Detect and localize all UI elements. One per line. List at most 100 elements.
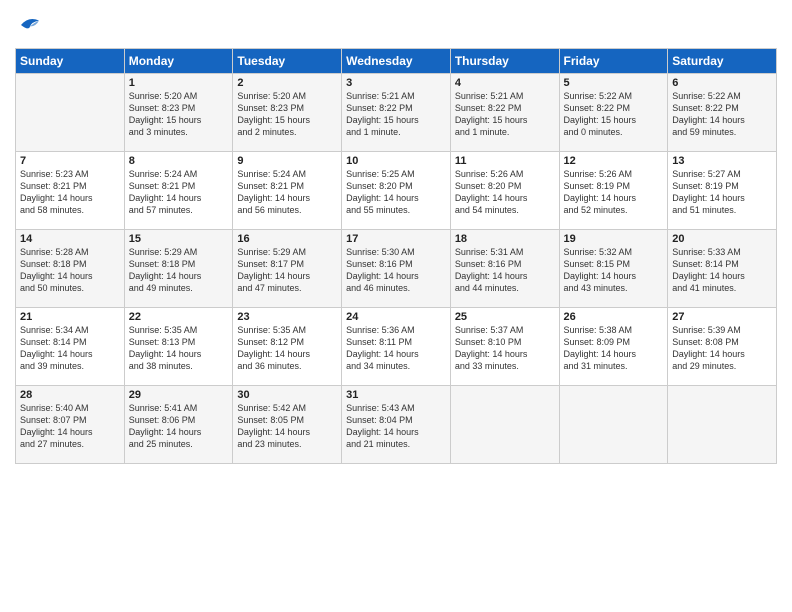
calendar-cell: 15Sunrise: 5:29 AM Sunset: 8:18 PM Dayli… <box>124 230 233 308</box>
day-info: Sunrise: 5:24 AM Sunset: 8:21 PM Dayligh… <box>129 168 229 217</box>
day-info: Sunrise: 5:32 AM Sunset: 8:15 PM Dayligh… <box>564 246 664 295</box>
day-info: Sunrise: 5:20 AM Sunset: 8:23 PM Dayligh… <box>129 90 229 139</box>
day-info: Sunrise: 5:35 AM Sunset: 8:13 PM Dayligh… <box>129 324 229 373</box>
day-info: Sunrise: 5:36 AM Sunset: 8:11 PM Dayligh… <box>346 324 446 373</box>
weekday-header-saturday: Saturday <box>668 49 777 74</box>
day-number: 24 <box>346 311 446 323</box>
day-info: Sunrise: 5:35 AM Sunset: 8:12 PM Dayligh… <box>237 324 337 373</box>
day-number: 25 <box>455 311 555 323</box>
day-number: 8 <box>129 155 229 167</box>
calendar-cell <box>16 74 125 152</box>
day-number: 6 <box>672 77 772 89</box>
calendar-cell <box>668 386 777 464</box>
day-number: 20 <box>672 233 772 245</box>
calendar-cell <box>559 386 668 464</box>
calendar-cell: 30Sunrise: 5:42 AM Sunset: 8:05 PM Dayli… <box>233 386 342 464</box>
day-info: Sunrise: 5:43 AM Sunset: 8:04 PM Dayligh… <box>346 402 446 451</box>
day-info: Sunrise: 5:37 AM Sunset: 8:10 PM Dayligh… <box>455 324 555 373</box>
calendar-cell: 19Sunrise: 5:32 AM Sunset: 8:15 PM Dayli… <box>559 230 668 308</box>
day-info: Sunrise: 5:26 AM Sunset: 8:20 PM Dayligh… <box>455 168 555 217</box>
calendar-table: SundayMondayTuesdayWednesdayThursdayFrid… <box>15 48 777 464</box>
day-info: Sunrise: 5:40 AM Sunset: 8:07 PM Dayligh… <box>20 402 120 451</box>
day-number: 29 <box>129 389 229 401</box>
logo-icon <box>15 10 45 40</box>
weekday-header-tuesday: Tuesday <box>233 49 342 74</box>
day-number: 13 <box>672 155 772 167</box>
calendar-cell: 17Sunrise: 5:30 AM Sunset: 8:16 PM Dayli… <box>342 230 451 308</box>
calendar-cell: 27Sunrise: 5:39 AM Sunset: 8:08 PM Dayli… <box>668 308 777 386</box>
day-info: Sunrise: 5:41 AM Sunset: 8:06 PM Dayligh… <box>129 402 229 451</box>
day-number: 17 <box>346 233 446 245</box>
day-info: Sunrise: 5:21 AM Sunset: 8:22 PM Dayligh… <box>455 90 555 139</box>
day-info: Sunrise: 5:34 AM Sunset: 8:14 PM Dayligh… <box>20 324 120 373</box>
calendar-cell: 6Sunrise: 5:22 AM Sunset: 8:22 PM Daylig… <box>668 74 777 152</box>
calendar-cell: 5Sunrise: 5:22 AM Sunset: 8:22 PM Daylig… <box>559 74 668 152</box>
day-number: 23 <box>237 311 337 323</box>
calendar-cell: 20Sunrise: 5:33 AM Sunset: 8:14 PM Dayli… <box>668 230 777 308</box>
day-number: 3 <box>346 77 446 89</box>
day-number: 2 <box>237 77 337 89</box>
week-row-2: 7Sunrise: 5:23 AM Sunset: 8:21 PM Daylig… <box>16 152 777 230</box>
calendar-cell: 29Sunrise: 5:41 AM Sunset: 8:06 PM Dayli… <box>124 386 233 464</box>
calendar-cell: 28Sunrise: 5:40 AM Sunset: 8:07 PM Dayli… <box>16 386 125 464</box>
calendar-cell: 4Sunrise: 5:21 AM Sunset: 8:22 PM Daylig… <box>450 74 559 152</box>
calendar-cell: 16Sunrise: 5:29 AM Sunset: 8:17 PM Dayli… <box>233 230 342 308</box>
week-row-1: 1Sunrise: 5:20 AM Sunset: 8:23 PM Daylig… <box>16 74 777 152</box>
day-number: 18 <box>455 233 555 245</box>
day-number: 14 <box>20 233 120 245</box>
day-number: 9 <box>237 155 337 167</box>
day-number: 12 <box>564 155 664 167</box>
day-number: 5 <box>564 77 664 89</box>
calendar-cell: 14Sunrise: 5:28 AM Sunset: 8:18 PM Dayli… <box>16 230 125 308</box>
calendar-cell: 24Sunrise: 5:36 AM Sunset: 8:11 PM Dayli… <box>342 308 451 386</box>
calendar-cell: 23Sunrise: 5:35 AM Sunset: 8:12 PM Dayli… <box>233 308 342 386</box>
calendar-cell: 26Sunrise: 5:38 AM Sunset: 8:09 PM Dayli… <box>559 308 668 386</box>
day-info: Sunrise: 5:22 AM Sunset: 8:22 PM Dayligh… <box>672 90 772 139</box>
weekday-header-thursday: Thursday <box>450 49 559 74</box>
day-info: Sunrise: 5:38 AM Sunset: 8:09 PM Dayligh… <box>564 324 664 373</box>
page: SundayMondayTuesdayWednesdayThursdayFrid… <box>0 0 792 612</box>
calendar-cell: 10Sunrise: 5:25 AM Sunset: 8:20 PM Dayli… <box>342 152 451 230</box>
day-number: 10 <box>346 155 446 167</box>
calendar-cell: 3Sunrise: 5:21 AM Sunset: 8:22 PM Daylig… <box>342 74 451 152</box>
day-number: 30 <box>237 389 337 401</box>
day-number: 21 <box>20 311 120 323</box>
day-info: Sunrise: 5:30 AM Sunset: 8:16 PM Dayligh… <box>346 246 446 295</box>
day-info: Sunrise: 5:39 AM Sunset: 8:08 PM Dayligh… <box>672 324 772 373</box>
calendar-cell: 1Sunrise: 5:20 AM Sunset: 8:23 PM Daylig… <box>124 74 233 152</box>
day-info: Sunrise: 5:42 AM Sunset: 8:05 PM Dayligh… <box>237 402 337 451</box>
week-row-3: 14Sunrise: 5:28 AM Sunset: 8:18 PM Dayli… <box>16 230 777 308</box>
day-info: Sunrise: 5:22 AM Sunset: 8:22 PM Dayligh… <box>564 90 664 139</box>
weekday-header-friday: Friday <box>559 49 668 74</box>
day-info: Sunrise: 5:28 AM Sunset: 8:18 PM Dayligh… <box>20 246 120 295</box>
day-number: 31 <box>346 389 446 401</box>
weekday-header-row: SundayMondayTuesdayWednesdayThursdayFrid… <box>16 49 777 74</box>
calendar-cell: 21Sunrise: 5:34 AM Sunset: 8:14 PM Dayli… <box>16 308 125 386</box>
calendar-cell: 25Sunrise: 5:37 AM Sunset: 8:10 PM Dayli… <box>450 308 559 386</box>
weekday-header-monday: Monday <box>124 49 233 74</box>
day-info: Sunrise: 5:27 AM Sunset: 8:19 PM Dayligh… <box>672 168 772 217</box>
day-info: Sunrise: 5:25 AM Sunset: 8:20 PM Dayligh… <box>346 168 446 217</box>
day-number: 28 <box>20 389 120 401</box>
day-number: 22 <box>129 311 229 323</box>
day-number: 4 <box>455 77 555 89</box>
week-row-4: 21Sunrise: 5:34 AM Sunset: 8:14 PM Dayli… <box>16 308 777 386</box>
calendar-cell: 22Sunrise: 5:35 AM Sunset: 8:13 PM Dayli… <box>124 308 233 386</box>
day-info: Sunrise: 5:20 AM Sunset: 8:23 PM Dayligh… <box>237 90 337 139</box>
day-number: 16 <box>237 233 337 245</box>
calendar-cell: 13Sunrise: 5:27 AM Sunset: 8:19 PM Dayli… <box>668 152 777 230</box>
calendar-cell <box>450 386 559 464</box>
day-info: Sunrise: 5:29 AM Sunset: 8:17 PM Dayligh… <box>237 246 337 295</box>
day-number: 15 <box>129 233 229 245</box>
calendar-cell: 12Sunrise: 5:26 AM Sunset: 8:19 PM Dayli… <box>559 152 668 230</box>
day-number: 11 <box>455 155 555 167</box>
day-number: 26 <box>564 311 664 323</box>
header <box>15 10 777 40</box>
calendar-cell: 8Sunrise: 5:24 AM Sunset: 8:21 PM Daylig… <box>124 152 233 230</box>
calendar-cell: 11Sunrise: 5:26 AM Sunset: 8:20 PM Dayli… <box>450 152 559 230</box>
calendar-cell: 7Sunrise: 5:23 AM Sunset: 8:21 PM Daylig… <box>16 152 125 230</box>
weekday-header-wednesday: Wednesday <box>342 49 451 74</box>
logo <box>15 10 49 40</box>
day-info: Sunrise: 5:29 AM Sunset: 8:18 PM Dayligh… <box>129 246 229 295</box>
calendar-cell: 31Sunrise: 5:43 AM Sunset: 8:04 PM Dayli… <box>342 386 451 464</box>
